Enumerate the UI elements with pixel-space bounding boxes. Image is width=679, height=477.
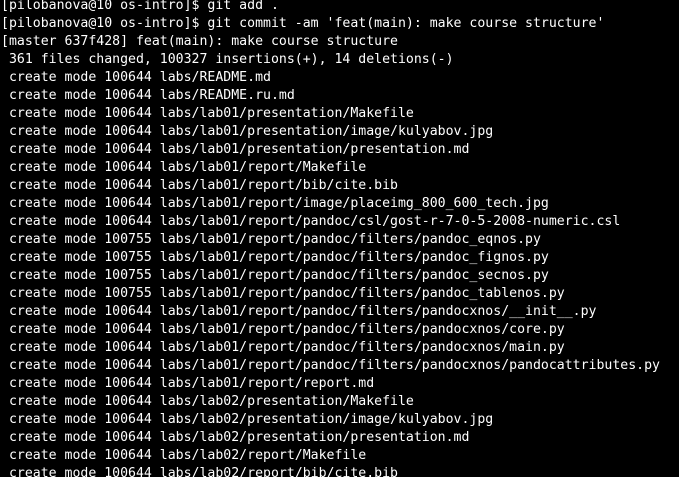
terminal-line: create mode 100755 labs/lab01/report/pan… xyxy=(1,268,549,283)
terminal-line: create mode 100644 labs/lab01/report/bib… xyxy=(1,178,398,193)
terminal-line: 361 files changed, 100327 insertions(+),… xyxy=(1,52,454,67)
terminal-line: create mode 100644 labs/lab01/report/pan… xyxy=(1,322,565,337)
terminal-line: [pilobanova@10 os-intro]$ git commit -am… xyxy=(1,16,605,31)
terminal-line: create mode 100755 labs/lab01/report/pan… xyxy=(1,232,541,247)
terminal-line: create mode 100644 labs/lab02/presentati… xyxy=(1,394,414,409)
terminal-line: create mode 100755 labs/lab01/report/pan… xyxy=(1,286,565,301)
terminal-line: create mode 100644 labs/README.md xyxy=(1,70,271,85)
terminal-line: create mode 100644 labs/lab01/report/Mak… xyxy=(1,160,367,175)
terminal-line: create mode 100644 labs/lab01/report/pan… xyxy=(1,304,597,319)
terminal-line: create mode 100644 labs/lab02/report/bib… xyxy=(1,466,398,477)
terminal-line: create mode 100644 labs/lab02/presentati… xyxy=(1,412,494,427)
terminal-line: create mode 100644 labs/lab01/report/ima… xyxy=(1,196,549,211)
terminal-line: create mode 100644 labs/lab02/report/Mak… xyxy=(1,448,367,463)
terminal-line: create mode 100644 labs/README.ru.md xyxy=(1,88,295,103)
terminal-line: [pilobanova@10 os-intro]$ git add . xyxy=(1,0,279,13)
terminal-output: [pilobanova@10 os-intro]$ git add . [pil… xyxy=(1,0,677,477)
terminal-line: create mode 100644 labs/lab01/presentati… xyxy=(1,142,470,157)
terminal-line: create mode 100644 labs/lab01/presentati… xyxy=(1,106,414,121)
terminal-line: create mode 100644 labs/lab02/presentati… xyxy=(1,430,470,445)
terminal-line: create mode 100755 labs/lab01/report/pan… xyxy=(1,250,549,265)
terminal-window[interactable]: [pilobanova@10 os-intro]$ git add . [pil… xyxy=(0,0,679,477)
terminal-line: [master 637f428] feat(main): make course… xyxy=(1,34,398,49)
terminal-line: create mode 100644 labs/lab01/report/pan… xyxy=(1,358,660,373)
terminal-line: create mode 100644 labs/lab01/presentati… xyxy=(1,124,494,139)
terminal-line: create mode 100644 labs/lab01/report/pan… xyxy=(1,340,565,355)
terminal-line: create mode 100644 labs/lab01/report/rep… xyxy=(1,376,375,391)
terminal-line: create mode 100644 labs/lab01/report/pan… xyxy=(1,214,621,229)
